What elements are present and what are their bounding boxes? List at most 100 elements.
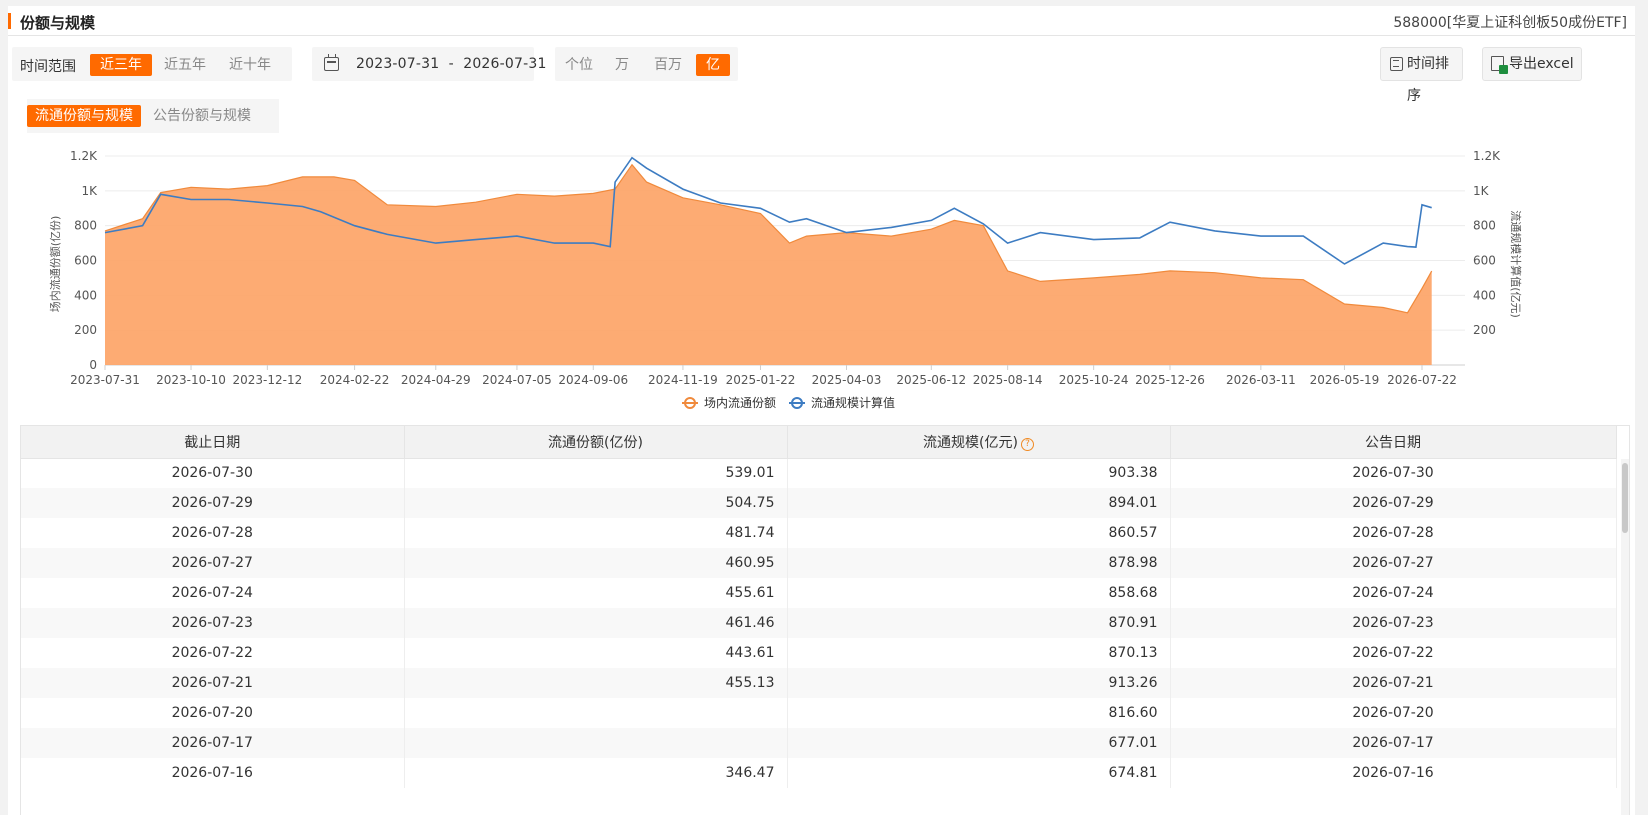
- x-tick-label: 2024-11-19: [648, 373, 718, 387]
- data-table: 截止日期 流通份额(亿份) 流通规模(亿元)? 公告日期 2026-07-30 5…: [21, 426, 1617, 788]
- cell-scale: 677.01: [787, 728, 1171, 758]
- col-header-announce-date[interactable]: 公告日期: [1170, 426, 1617, 459]
- cell-announce-date: 2026-07-22: [1170, 638, 1617, 668]
- y-axis-right-label: 流通规模计算值(亿元): [1509, 210, 1523, 318]
- y-axis-left-label: 场内流通份额(亿份): [48, 216, 62, 313]
- cell-announce-date: 2026-07-24: [1170, 578, 1617, 608]
- x-tick-label: 2026-05-19: [1310, 373, 1380, 387]
- table-row[interactable]: 2026-07-30 539.01 903.38 2026-07-30: [21, 458, 1617, 488]
- cell-announce-date: 2026-07-21: [1170, 668, 1617, 698]
- cell-share: 539.01: [404, 458, 788, 488]
- cell-date: 2026-07-16: [21, 758, 405, 788]
- y-right-tick-label: 200: [1473, 323, 1496, 337]
- table-row[interactable]: 2026-07-22 443.61 870.13 2026-07-22: [21, 638, 1617, 668]
- x-tick-label: 2025-10-24: [1059, 373, 1129, 387]
- cell-date: 2026-07-28: [21, 518, 405, 548]
- cell-date: 2026-07-22: [21, 638, 405, 668]
- cell-announce-date: 2026-07-28: [1170, 518, 1617, 548]
- table-row[interactable]: 2026-07-29 504.75 894.01 2026-07-29: [21, 488, 1617, 518]
- cell-announce-date: 2026-07-30: [1170, 458, 1617, 488]
- cell-date: 2026-07-20: [21, 698, 405, 728]
- cell-share: 443.61: [404, 638, 788, 668]
- cell-scale: 903.38: [787, 458, 1171, 488]
- col-header-scale[interactable]: 流通规模(亿元)?: [787, 426, 1171, 459]
- x-tick-label: 2025-04-03: [812, 373, 882, 387]
- cell-announce-date: 2026-07-29: [1170, 488, 1617, 518]
- y-left-tick-label: 200: [74, 323, 97, 337]
- cell-announce-date: 2026-07-17: [1170, 728, 1617, 758]
- cell-announce-date: 2026-07-23: [1170, 608, 1617, 638]
- x-tick-label: 2024-04-29: [401, 373, 471, 387]
- y-right-tick-label: 400: [1473, 288, 1496, 302]
- table-row[interactable]: 2026-07-20 816.60 2026-07-20: [21, 698, 1617, 728]
- x-tick-label: 2023-12-12: [232, 373, 302, 387]
- cell-share: 455.13: [404, 668, 788, 698]
- cell-announce-date: 2026-07-27: [1170, 548, 1617, 578]
- col-header-date[interactable]: 截止日期: [21, 426, 405, 459]
- cell-scale: 870.91: [787, 608, 1171, 638]
- y-left-tick-label: 800: [74, 219, 97, 233]
- cell-share: 460.95: [404, 548, 788, 578]
- cell-scale: 674.81: [787, 758, 1171, 788]
- cell-date: 2026-07-23: [21, 608, 405, 638]
- table-header-row: 截止日期 流通份额(亿份) 流通规模(亿元)? 公告日期: [21, 426, 1617, 459]
- col-header-share[interactable]: 流通份额(亿份): [404, 426, 788, 459]
- y-right-tick-label: 600: [1473, 254, 1496, 268]
- cell-scale: 858.68: [787, 578, 1171, 608]
- x-tick-label: 2025-06-12: [896, 373, 966, 387]
- table-row[interactable]: 2026-07-24 455.61 858.68 2026-07-24: [21, 578, 1617, 608]
- cell-share: 455.61: [404, 578, 788, 608]
- cell-share: 346.47: [404, 758, 788, 788]
- table-row[interactable]: 2026-07-27 460.95 878.98 2026-07-27: [21, 548, 1617, 578]
- cell-date: 2026-07-21: [21, 668, 405, 698]
- y-left-tick-label: 600: [74, 254, 97, 268]
- y-right-tick-label: 1.2K: [1473, 149, 1501, 163]
- y-left-tick-label: 0: [89, 358, 97, 372]
- x-tick-label: 2025-01-22: [726, 373, 796, 387]
- cell-share: 481.74: [404, 518, 788, 548]
- cell-announce-date: 2026-07-20: [1170, 698, 1617, 728]
- cell-date: 2026-07-30: [21, 458, 405, 488]
- x-tick-label: 2026-03-11: [1226, 373, 1296, 387]
- x-tick-label: 2025-12-26: [1135, 373, 1205, 387]
- table-row[interactable]: 2026-07-16 346.47 674.81 2026-07-16: [21, 758, 1617, 788]
- x-tick-label: 2024-07-05: [482, 373, 552, 387]
- data-table-container: 截止日期 流通份额(亿份) 流通规模(亿元)? 公告日期 2026-07-30 5…: [20, 425, 1630, 815]
- cell-share: [404, 698, 788, 728]
- x-tick-label: 2025-08-14: [973, 373, 1043, 387]
- table-row[interactable]: 2026-07-21 455.13 913.26 2026-07-21: [21, 668, 1617, 698]
- x-tick-label: 2023-10-10: [156, 373, 226, 387]
- table-row[interactable]: 2026-07-23 461.46 870.91 2026-07-23: [21, 608, 1617, 638]
- y-right-tick-label: 800: [1473, 219, 1496, 233]
- cell-announce-date: 2026-07-16: [1170, 758, 1617, 788]
- cell-scale: 878.98: [787, 548, 1171, 578]
- y-left-tick-label: 1K: [81, 184, 98, 198]
- cell-date: 2026-07-17: [21, 728, 405, 758]
- table-row[interactable]: 2026-07-17 677.01 2026-07-17: [21, 728, 1617, 758]
- cell-scale: 913.26: [787, 668, 1171, 698]
- x-tick-label: 2023-07-31: [70, 373, 140, 387]
- col-header-scale-label: 流通规模(亿元): [923, 434, 1018, 451]
- cell-date: 2026-07-24: [21, 578, 405, 608]
- y-right-tick-label: 1K: [1473, 184, 1490, 198]
- legend-scale-label[interactable]: 流通规模计算值: [811, 395, 895, 410]
- x-tick-label: 2026-07-22: [1387, 373, 1457, 387]
- y-left-tick-label: 400: [74, 288, 97, 302]
- cell-share: 504.75: [404, 488, 788, 518]
- y-left-tick-label: 1.2K: [70, 149, 98, 163]
- cell-share: [404, 728, 788, 758]
- series-area-circulating-share: [105, 164, 1432, 365]
- cell-scale: 816.60: [787, 698, 1171, 728]
- cell-share: 461.46: [404, 608, 788, 638]
- legend-share-label[interactable]: 场内流通份额: [704, 396, 776, 410]
- legend: 场内流通份额 流通规模计算值: [682, 395, 895, 410]
- cell-scale: 870.13: [787, 638, 1171, 668]
- table-row[interactable]: 2026-07-28 481.74 860.57 2026-07-28: [21, 518, 1617, 548]
- question-circle-icon[interactable]: ?: [1020, 437, 1034, 451]
- cell-scale: 894.01: [787, 488, 1171, 518]
- table-scrollbar-thumb[interactable]: [1622, 463, 1628, 533]
- table-scrollbar[interactable]: [1621, 459, 1629, 815]
- share-scale-chart: 0 200 200 400 400 600 600 800 800 1K 1K 1.2K 1.2K 202…: [48, 149, 1523, 410]
- x-tick-label: 2024-02-22: [320, 373, 390, 387]
- cell-scale: 860.57: [787, 518, 1171, 548]
